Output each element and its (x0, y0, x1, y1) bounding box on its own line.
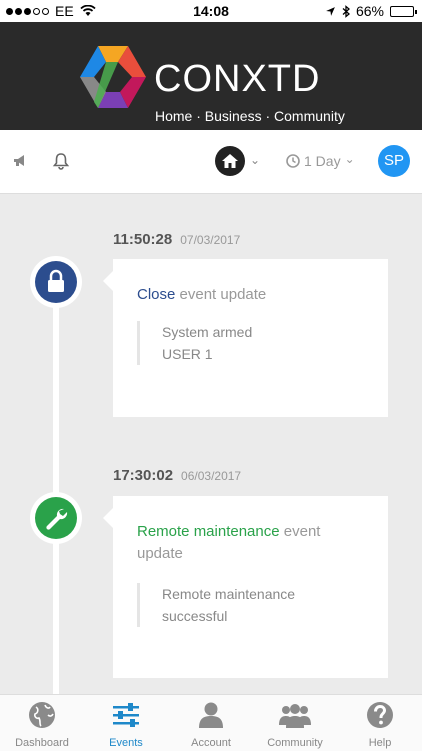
tab-community[interactable]: Community (253, 695, 337, 751)
help-icon (367, 702, 393, 728)
battery-percent: 66% (355, 3, 384, 19)
time-filter-label: 1 Day (304, 153, 341, 169)
brand-tagline: Home · Business · Community (155, 108, 345, 124)
chevron-down-icon: ⌄ (344, 152, 355, 166)
event-title: Close event update (137, 284, 367, 306)
event-date: 06/03/2017 (181, 469, 242, 483)
event-card[interactable]: Remote maintenance event update Remote m… (103, 496, 388, 678)
chevron-down-icon[interactable]: ⌄ (250, 153, 260, 167)
toolbar: ⌄ 1 Day ⌄ (0, 130, 422, 194)
lock-icon (48, 269, 64, 292)
app-header: CONXTD Home · Business · Community (0, 22, 422, 130)
user-icon (199, 702, 223, 728)
brand-name: CONXTD (154, 58, 321, 100)
tab-bar: Dashboard Events Account Community Help (0, 694, 422, 751)
event-timestamp: 11:50:28 07/03/2017 (113, 231, 240, 248)
tab-label: Help (368, 737, 392, 749)
tab-label: Community (267, 737, 323, 749)
event-suffix: event update (175, 286, 267, 303)
event-detail: Remote maintenance successful (137, 583, 295, 627)
event-time: 17:30:02 (113, 467, 174, 484)
tab-label: Events (109, 737, 143, 749)
wrench-icon (46, 508, 68, 530)
event-time: 11:50:28 (113, 231, 173, 248)
site-selector-button[interactable] (215, 146, 245, 176)
event-date: 07/03/2017 (180, 233, 241, 247)
tab-events[interactable]: Events (84, 695, 168, 751)
tab-label: Dashboard (15, 737, 69, 749)
time-filter-dropdown[interactable]: 1 Day ⌄ (286, 152, 355, 169)
battery-icon (390, 5, 417, 17)
event-detail: System armed USER 1 (137, 321, 252, 365)
event-title: Remote maintenance event update (137, 521, 367, 565)
event-detail-line: Remote maintenance (162, 586, 296, 602)
globe-icon (29, 702, 55, 728)
conxtd-logo-icon (80, 46, 146, 108)
bluetooth-icon (342, 4, 350, 18)
event-timestamp: 17:30:02 06/03/2017 (113, 467, 241, 484)
user-avatar[interactable]: SP (378, 145, 410, 177)
event-node (30, 256, 82, 308)
event-name: Close (137, 286, 176, 303)
tab-dashboard[interactable]: Dashboard (0, 695, 84, 751)
event-card[interactable]: Close event update System armed USER 1 (103, 259, 388, 417)
megaphone-icon[interactable] (12, 153, 28, 169)
location-arrow-icon (326, 6, 335, 16)
clock-icon (286, 154, 300, 168)
event-name: Remote maintenance (137, 523, 280, 540)
sliders-icon (113, 703, 139, 727)
group-icon (279, 704, 311, 728)
bell-icon[interactable] (52, 152, 70, 170)
event-detail-line: System armed (162, 324, 253, 340)
status-bar: EE 14:08 66% (0, 0, 422, 22)
event-detail-line: USER 1 (162, 346, 213, 362)
tab-account[interactable]: Account (169, 695, 253, 751)
tab-label: Account (191, 737, 231, 749)
tab-help[interactable]: Help (338, 695, 422, 751)
event-node (30, 492, 82, 544)
home-icon (222, 154, 238, 168)
event-detail-line: successful (162, 608, 228, 624)
